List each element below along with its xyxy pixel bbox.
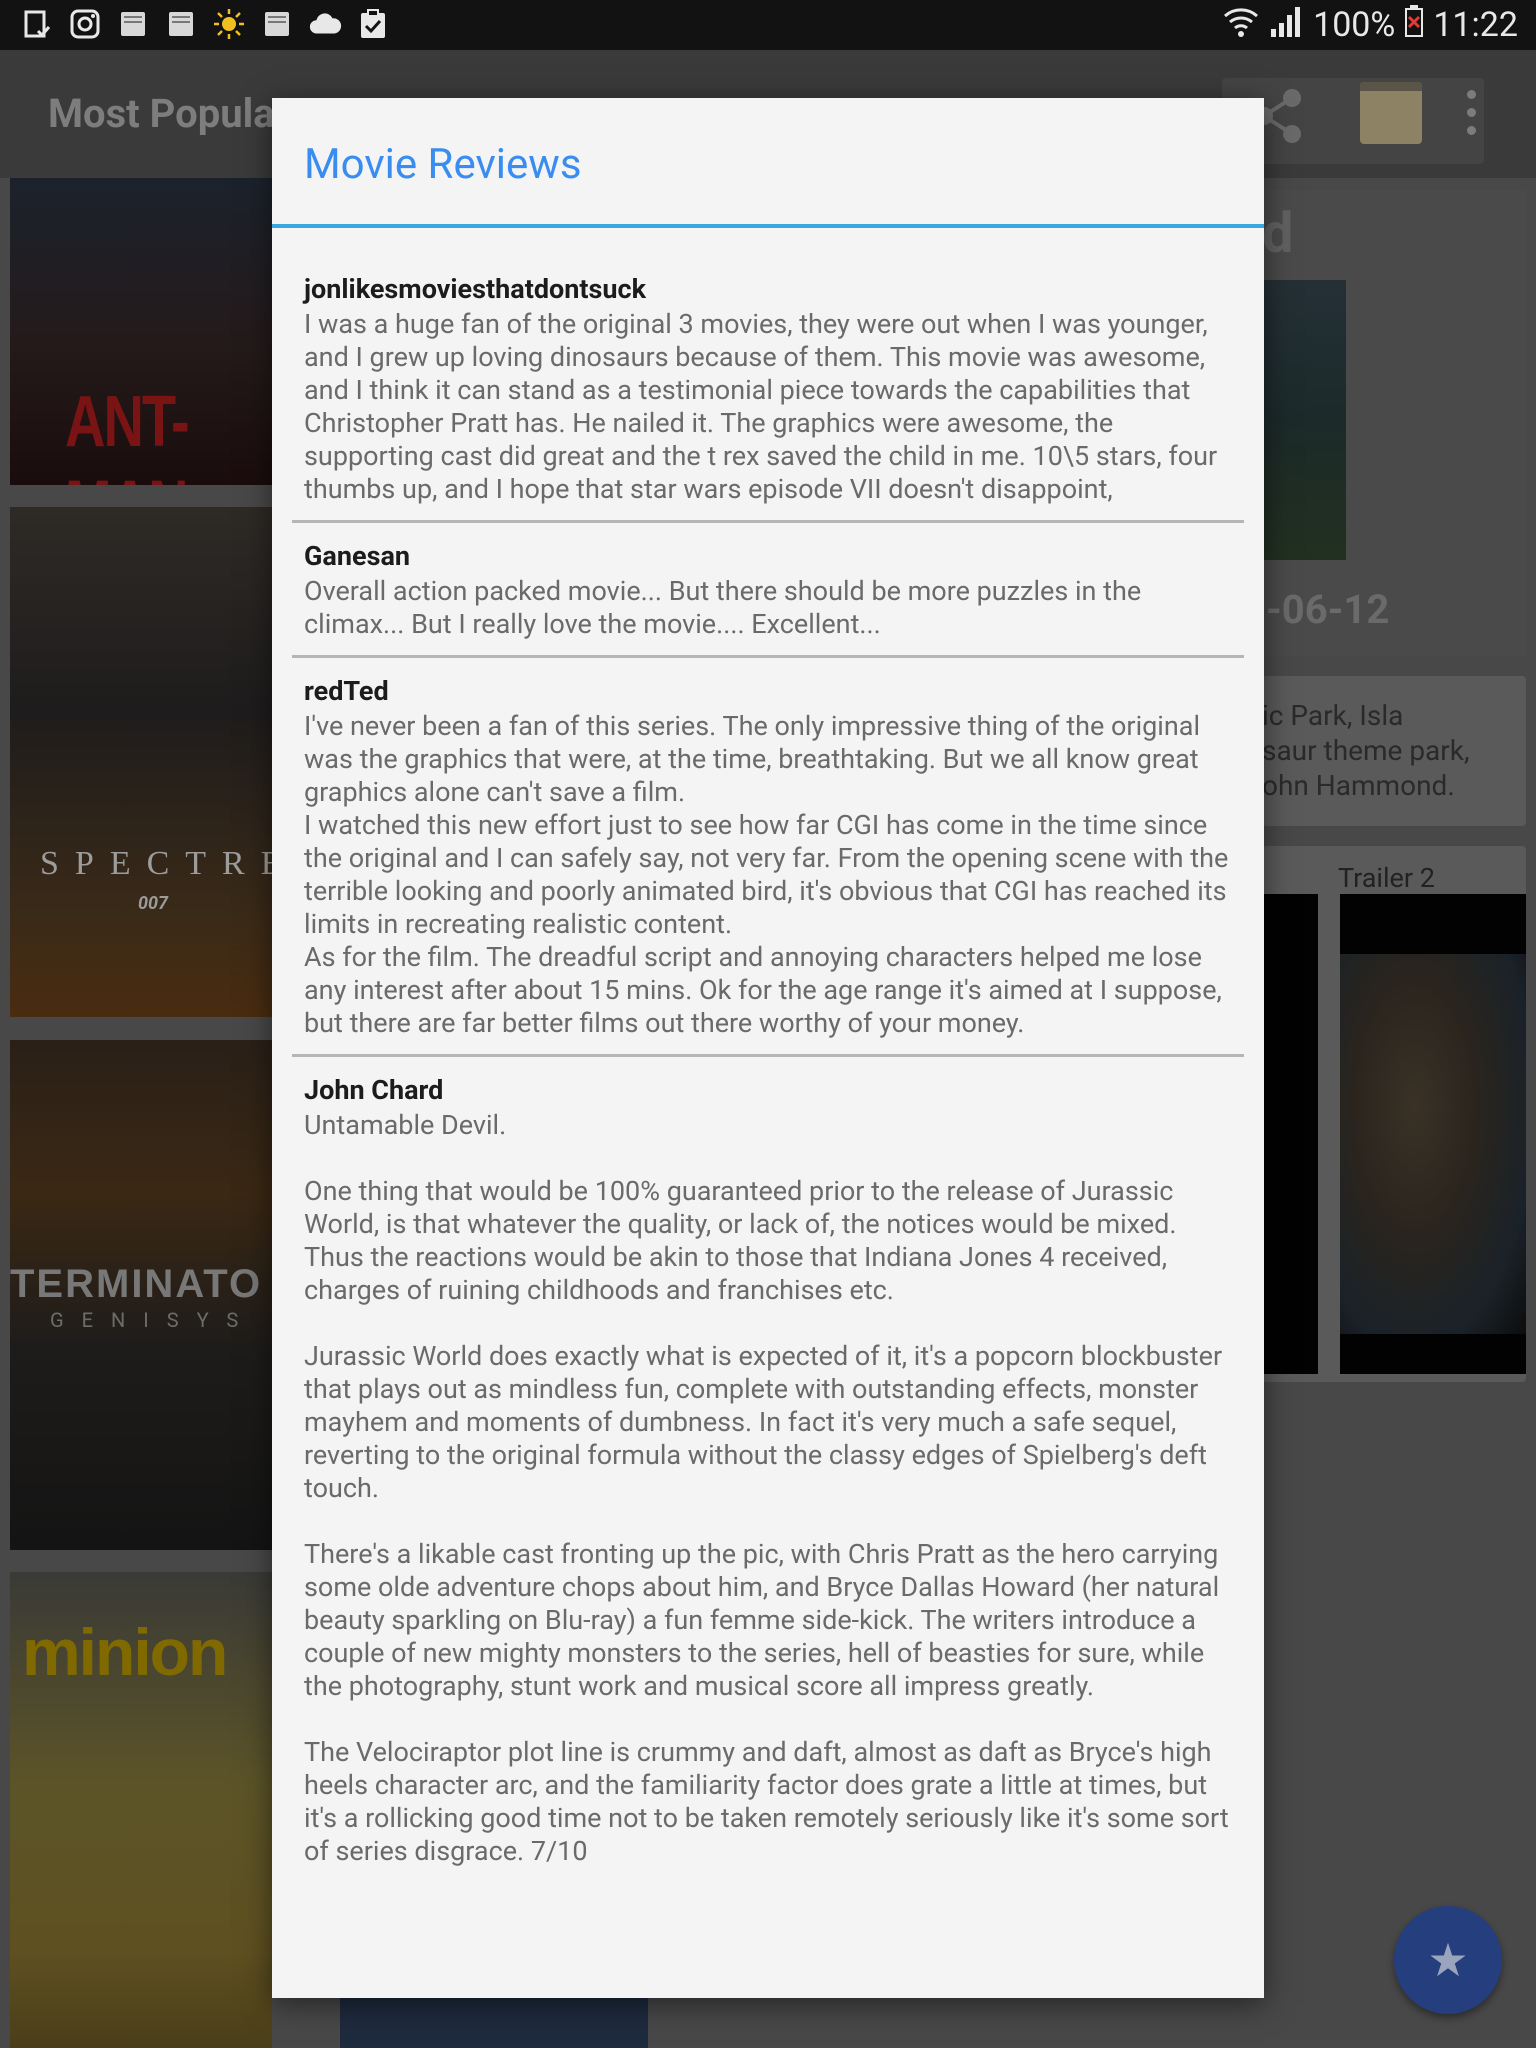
bible-icon — [164, 7, 198, 41]
star-icon: ★ — [1427, 1933, 1469, 1988]
review-item: John Chard Untamable Devil. One thing th… — [292, 1071, 1244, 1882]
review-item: redTed I've never been a fan of this ser… — [292, 672, 1244, 1057]
movie-poster-image — [1262, 280, 1346, 560]
review-author: Ganesan — [304, 540, 411, 572]
reviews-dialog: Movie Reviews jonlikesmoviesthatdontsuck… — [272, 98, 1264, 1998]
poster-partial[interactable] — [340, 1998, 648, 2048]
poster-terminator-genisys[interactable]: TERMINATO GENISYS — [10, 1040, 272, 1550]
poster-title: TERMINATO — [10, 1262, 263, 1306]
poster-title: minion — [22, 1615, 228, 1689]
instagram-icon — [68, 7, 102, 41]
review-list[interactable]: jonlikesmoviesthatdontsuck I was a huge … — [272, 228, 1264, 1882]
status-bar: 100% 11:22 — [0, 0, 1536, 50]
review-author: jonlikesmoviesthatdontsuck — [304, 273, 647, 305]
trailer-thumbnail[interactable] — [1262, 894, 1318, 1374]
notification-icon — [20, 7, 54, 41]
dialog-header: Movie Reviews — [272, 98, 1264, 228]
review-author: John Chard — [304, 1074, 444, 1106]
review-content: I was a huge fan of the original 3 movie… — [304, 308, 1218, 505]
poster-subtitle: GENISYS — [50, 1308, 257, 1332]
review-item: jonlikesmoviesthatdontsuck I was a huge … — [292, 270, 1244, 523]
movie-title: d — [1262, 200, 1294, 266]
notification-icons — [20, 7, 390, 41]
overflow-menu-icon[interactable] — [1464, 90, 1478, 144]
signal-icon — [1269, 5, 1303, 46]
clipboard-check-icon — [356, 7, 390, 41]
movie-overview: ic Park, Isla saur theme park, ohn Hammo… — [1262, 699, 1470, 802]
bible-icon — [260, 7, 294, 41]
favorite-fab[interactable]: ★ — [1394, 1906, 1502, 2014]
brightness-icon — [212, 7, 246, 41]
review-content: Overall action packed movie... But there… — [304, 575, 1142, 640]
notepad-icon[interactable] — [1360, 82, 1422, 144]
poster-grid: ANT-MAN SPECTRE 007 TERMINATO GENISYS mi… — [10, 178, 272, 2048]
dialog-title: Movie Reviews — [304, 140, 582, 189]
battery-level: 100% — [1313, 5, 1396, 45]
poster-minions[interactable]: minion — [10, 1572, 272, 2048]
wifi-icon — [1223, 4, 1259, 47]
battery-icon — [1405, 4, 1424, 46]
trailer-label: Trailer 2 — [1338, 862, 1435, 894]
review-content: I've never been a fan of this series. Th… — [304, 710, 1229, 1039]
review-item: Ganesan Overall action packed movie... B… — [292, 537, 1244, 658]
release-date: -06-12 — [1266, 586, 1390, 633]
poster-subtitle: 007 — [138, 893, 169, 914]
poster-ant-man[interactable]: ANT-MAN — [10, 178, 272, 485]
poster-title: ANT-MAN — [65, 379, 190, 485]
poster-title: SPECTRE — [40, 845, 272, 882]
bible-icon — [116, 7, 150, 41]
cloud-icon — [308, 7, 342, 41]
review-author: redTed — [304, 675, 389, 707]
review-content: Untamable Devil. One thing that would be… — [304, 1109, 1229, 1867]
status-right: 100% 11:22 — [1223, 0, 1518, 50]
poster-spectre[interactable]: SPECTRE 007 — [10, 507, 272, 1017]
page-title: Most Popular — [48, 90, 290, 137]
clock: 11:22 — [1433, 5, 1518, 45]
trailer-thumbnail[interactable] — [1340, 894, 1526, 1374]
